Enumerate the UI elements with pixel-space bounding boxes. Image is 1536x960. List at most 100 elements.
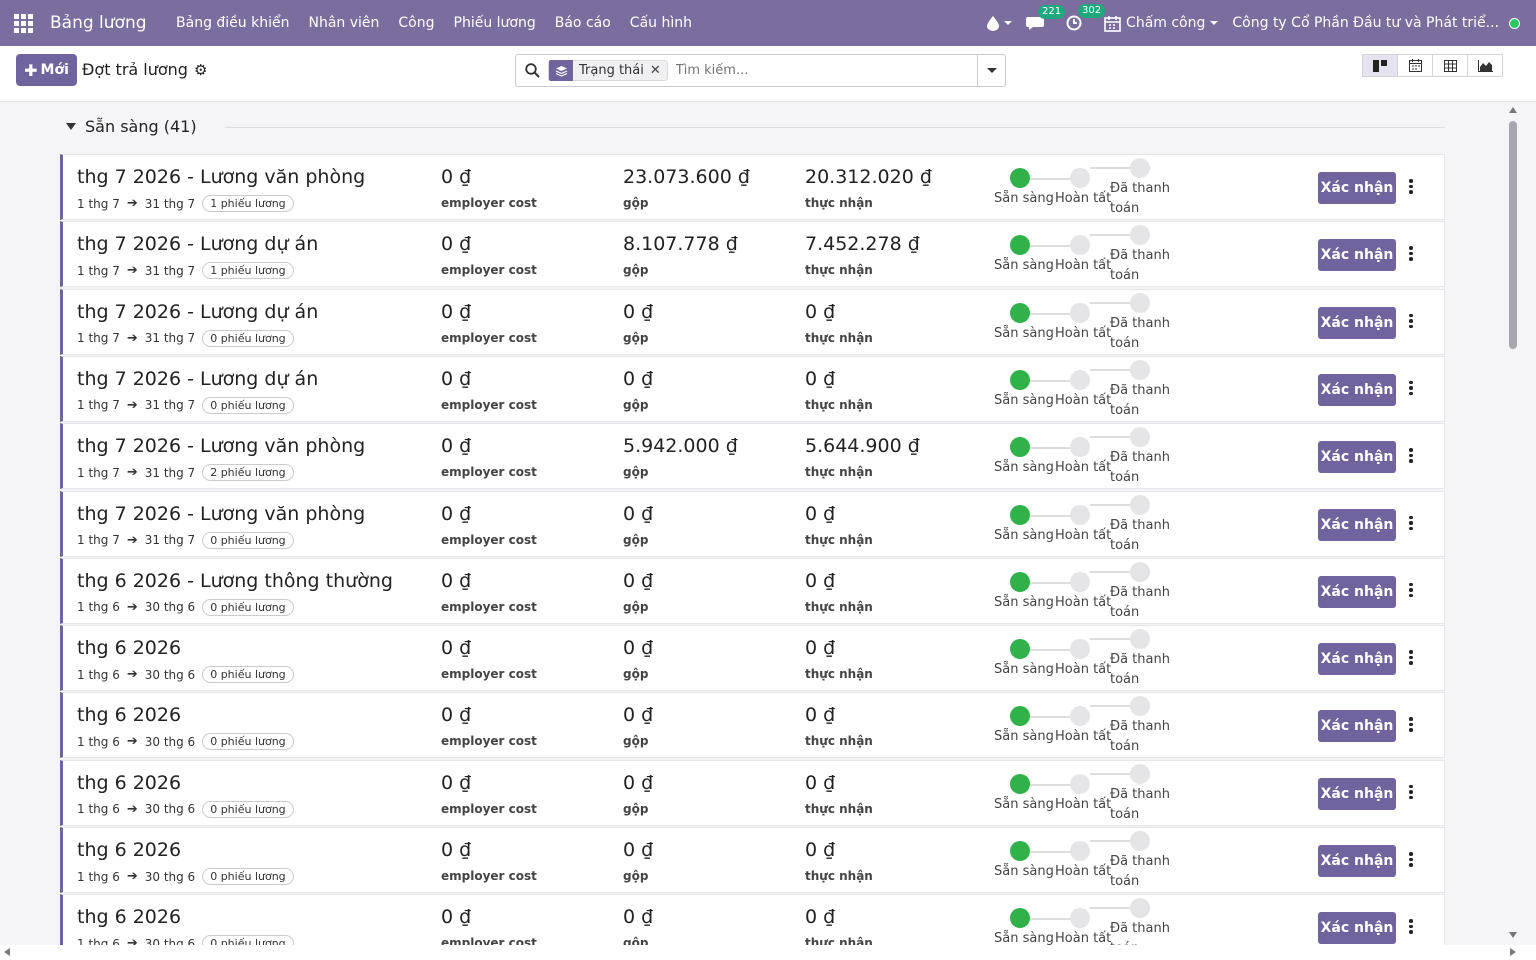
scroll-right-icon[interactable]: [1510, 948, 1516, 956]
kebab-menu-icon[interactable]: [1409, 784, 1413, 800]
status-ready-dot[interactable]: [1010, 168, 1030, 188]
activities-button[interactable]: 302: [1066, 4, 1106, 31]
status-ready-dot[interactable]: [1010, 773, 1030, 794]
payslip-count-badge[interactable]: 0 phiếu lương: [202, 935, 294, 945]
confirm-button[interactable]: Xác nhận: [1318, 508, 1396, 541]
status-ready-dot[interactable]: [1010, 841, 1030, 861]
horizontal-scrollbar[interactable]: [0, 945, 1536, 960]
kebab-menu-icon[interactable]: [1409, 246, 1413, 261]
record-card[interactable]: thg 6 2026 1 thg 6 ➔ 30 thg 6 0 phiếu lương 0…: [60, 827, 1445, 893]
scroll-left-icon[interactable]: [4, 948, 10, 956]
record-card[interactable]: thg 7 2026 - Lương dự án 1 thg 7 ➔ 31 thg 7…: [60, 221, 1445, 288]
record-card[interactable]: thg 6 2026 - Lương thông thường 1 thg 6 ➔ 3…: [60, 557, 1445, 624]
kebab-menu-icon[interactable]: [1409, 515, 1413, 530]
confirm-button[interactable]: Xác nhận: [1318, 777, 1396, 810]
menu-item-dashboard[interactable]: Bảng điều khiển: [167, 0, 299, 46]
search-options-toggle[interactable]: [977, 54, 1005, 87]
app-name[interactable]: Bảng lương: [50, 13, 147, 33]
status-paid-dot[interactable]: [1130, 225, 1150, 246]
status-done-dot[interactable]: [1070, 571, 1090, 592]
status-done-dot[interactable]: [1070, 168, 1090, 188]
status-ready-dot[interactable]: [1010, 302, 1030, 323]
menu-item-configuration[interactable]: Cấu hình: [620, 0, 701, 46]
attendance-menu[interactable]: Chấm công: [1104, 15, 1219, 32]
kebab-menu-icon[interactable]: [1409, 717, 1413, 732]
status-ready-dot[interactable]: [1010, 571, 1030, 592]
debug-drop-menu[interactable]: [987, 15, 1013, 31]
record-card[interactable]: thg 7 2026 - Lương dự án 1 thg 7 ➔ 31 thg 7…: [60, 355, 1445, 422]
status-ready-dot[interactable]: [1010, 504, 1030, 525]
confirm-button[interactable]: Xác nhận: [1318, 239, 1396, 272]
graph-view-button[interactable]: [1467, 54, 1503, 77]
presence-status-icon[interactable]: [1509, 17, 1520, 29]
confirm-button[interactable]: Xác nhận: [1318, 710, 1396, 743]
status-paid-dot[interactable]: [1130, 494, 1150, 515]
status-done-dot[interactable]: [1070, 437, 1090, 458]
status-ready-dot[interactable]: [1010, 706, 1030, 727]
status-ready-dot[interactable]: [1010, 437, 1030, 458]
status-done-dot[interactable]: [1070, 706, 1090, 727]
kebab-menu-icon[interactable]: [1409, 380, 1413, 396]
status-paid-dot[interactable]: [1130, 292, 1150, 313]
apps-grid-icon[interactable]: [0, 0, 46, 46]
search-icon[interactable]: [516, 63, 548, 78]
status-paid-dot[interactable]: [1130, 158, 1150, 178]
payslip-count-badge[interactable]: 0 phiếu lương: [202, 800, 294, 818]
payslip-count-badge[interactable]: 0 phiếu lương: [202, 598, 294, 616]
kebab-menu-icon[interactable]: [1409, 179, 1413, 194]
status-done-dot[interactable]: [1070, 302, 1090, 323]
group-header[interactable]: Sẵn sàng (41): [66, 117, 197, 136]
record-card[interactable]: thg 6 2026 1 thg 6 ➔ 30 thg 6 0 phiếu lương 0…: [60, 625, 1445, 692]
kebab-menu-icon[interactable]: [1409, 582, 1413, 598]
status-ready-dot[interactable]: [1010, 908, 1030, 929]
menu-item-work-entries[interactable]: Công: [389, 0, 444, 46]
status-done-dot[interactable]: [1070, 908, 1090, 929]
payslip-count-badge[interactable]: 0 phiếu lương: [202, 868, 294, 885]
status-paid-dot[interactable]: [1130, 831, 1150, 851]
search-facet[interactable]: Trạng thái ✕: [548, 60, 668, 81]
confirm-button[interactable]: Xác nhận: [1318, 373, 1396, 406]
payslip-count-badge[interactable]: 1 phiếu lương: [202, 262, 294, 280]
scrollbar-thumb[interactable]: [1509, 121, 1517, 349]
status-paid-dot[interactable]: [1130, 561, 1150, 582]
payslip-count-badge[interactable]: 0 phiếu lương: [202, 733, 294, 751]
record-card[interactable]: thg 7 2026 - Lương văn phòng 1 thg 7 ➔ 31 t…: [60, 423, 1445, 490]
messages-button[interactable]: 221: [1026, 4, 1066, 31]
record-card[interactable]: thg 7 2026 - Lương văn phòng 1 thg 7 ➔ 31 t…: [60, 490, 1445, 557]
status-paid-dot[interactable]: [1130, 359, 1150, 380]
status-done-dot[interactable]: [1070, 639, 1090, 660]
confirm-button[interactable]: Xác nhận: [1318, 575, 1396, 608]
scroll-up-icon[interactable]: [1509, 107, 1517, 113]
status-paid-dot[interactable]: [1130, 629, 1150, 650]
status-paid-dot[interactable]: [1130, 427, 1150, 448]
status-paid-dot[interactable]: [1130, 696, 1150, 717]
kebab-menu-icon[interactable]: [1409, 650, 1413, 665]
status-done-dot[interactable]: [1070, 369, 1090, 390]
menu-item-employees[interactable]: Nhân viên: [299, 0, 389, 46]
confirm-button[interactable]: Xác nhận: [1318, 172, 1396, 204]
status-done-dot[interactable]: [1070, 504, 1090, 525]
record-card[interactable]: thg 6 2026 1 thg 6 ➔ 30 thg 6 0 phiếu lương 0…: [60, 894, 1445, 945]
new-button[interactable]: ✚ Mới: [16, 54, 77, 86]
record-card[interactable]: thg 6 2026 1 thg 6 ➔ 30 thg 6 0 phiếu lương 0…: [60, 692, 1445, 759]
kanban-view-button[interactable]: [1362, 54, 1398, 77]
kebab-menu-icon[interactable]: [1409, 852, 1413, 867]
status-done-dot[interactable]: [1070, 235, 1090, 256]
gear-icon[interactable]: ⚙: [194, 61, 207, 79]
status-ready-dot[interactable]: [1010, 369, 1030, 390]
confirm-button[interactable]: Xác nhận: [1318, 306, 1396, 339]
vertical-scrollbar[interactable]: [1508, 103, 1520, 945]
confirm-button[interactable]: Xác nhận: [1318, 643, 1396, 676]
status-ready-dot[interactable]: [1010, 235, 1030, 256]
payslip-count-badge[interactable]: 0 phiếu lương: [202, 531, 294, 549]
close-icon[interactable]: ✕: [650, 63, 667, 78]
status-paid-dot[interactable]: [1130, 763, 1150, 784]
kebab-menu-icon[interactable]: [1409, 313, 1413, 329]
list-view-button[interactable]: [1432, 54, 1468, 77]
status-ready-dot[interactable]: [1010, 639, 1030, 660]
confirm-button[interactable]: Xác nhận: [1318, 845, 1396, 877]
record-card[interactable]: thg 7 2026 - Lương dự án 1 thg 7 ➔ 31 thg 7…: [60, 288, 1445, 355]
search-input[interactable]: [675, 63, 977, 78]
record-card[interactable]: thg 6 2026 1 thg 6 ➔ 30 thg 6 0 phiếu lương 0…: [60, 759, 1445, 826]
confirm-button[interactable]: Xác nhận: [1318, 912, 1396, 945]
